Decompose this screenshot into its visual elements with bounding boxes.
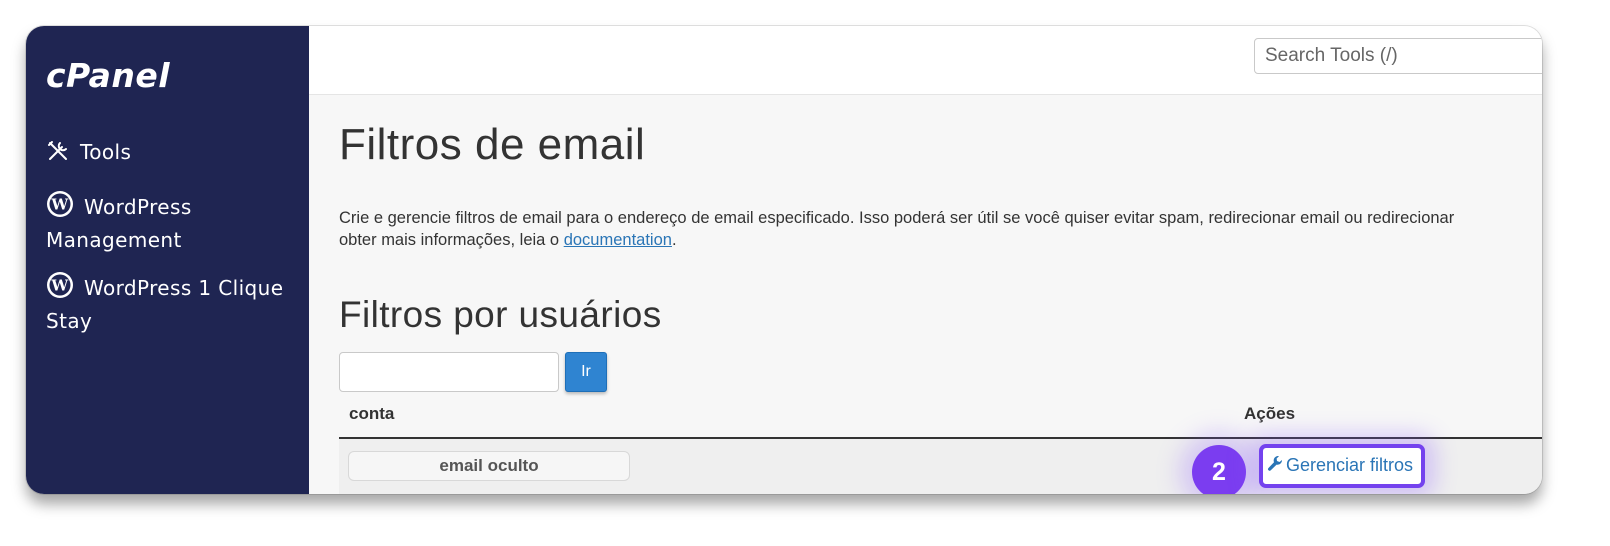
step-badge: 2: [1192, 445, 1246, 494]
svg-text:W: W: [50, 196, 69, 214]
tools-icon: [46, 139, 70, 171]
table-row: email oculto 2 Gerenciar filtros: [339, 439, 1542, 494]
wordpress-icon: W: [46, 271, 74, 307]
sidebar-item-tools[interactable]: Tools: [46, 138, 296, 171]
cpanel-logo[interactable]: cPanel: [46, 56, 170, 95]
sidebar-item-wordpress-management[interactable]: W WordPress Management: [46, 190, 296, 255]
sidebar-item-wordpress-1-clique[interactable]: W WordPress 1 Clique Stay: [46, 271, 296, 336]
documentation-link[interactable]: documentation: [564, 231, 672, 249]
svg-text:W: W: [50, 277, 69, 295]
description-suffix: .: [671, 231, 677, 249]
sidebar-item-label: Tools: [80, 140, 132, 164]
user-filter-input[interactable]: [339, 352, 559, 392]
top-bar: [309, 26, 1542, 95]
column-header-actions: Ações: [1244, 404, 1296, 423]
go-button[interactable]: Ir: [565, 352, 607, 392]
description-line-2: obter mais informações, leia o documenta…: [339, 229, 1542, 251]
description-line-1: Crie e gerencie filtros de email para o …: [339, 209, 1455, 227]
column-header-account[interactable]: conta: [349, 404, 394, 424]
wrench-icon: [1267, 455, 1283, 478]
wordpress-icon: W: [46, 190, 74, 226]
page-title: Filtros de email: [339, 120, 646, 169]
sidebar: cPanel Tools W WordPress Management W Wo…: [26, 26, 309, 494]
section-title: Filtros por usuários: [339, 294, 662, 335]
manage-filters-button[interactable]: Gerenciar filtros: [1259, 444, 1425, 488]
account-cell: email oculto: [348, 451, 630, 481]
description-text: obter mais informações, leia o: [339, 231, 564, 249]
search-input[interactable]: [1254, 38, 1542, 74]
sidebar-item-label: WordPress 1 Clique Stay: [46, 276, 284, 333]
manage-filters-label: Gerenciar filtros: [1286, 454, 1414, 475]
browser-window: cPanel Tools W WordPress Management W Wo…: [26, 26, 1542, 494]
page-description: Crie e gerencie filtros de email para o …: [339, 207, 1542, 251]
